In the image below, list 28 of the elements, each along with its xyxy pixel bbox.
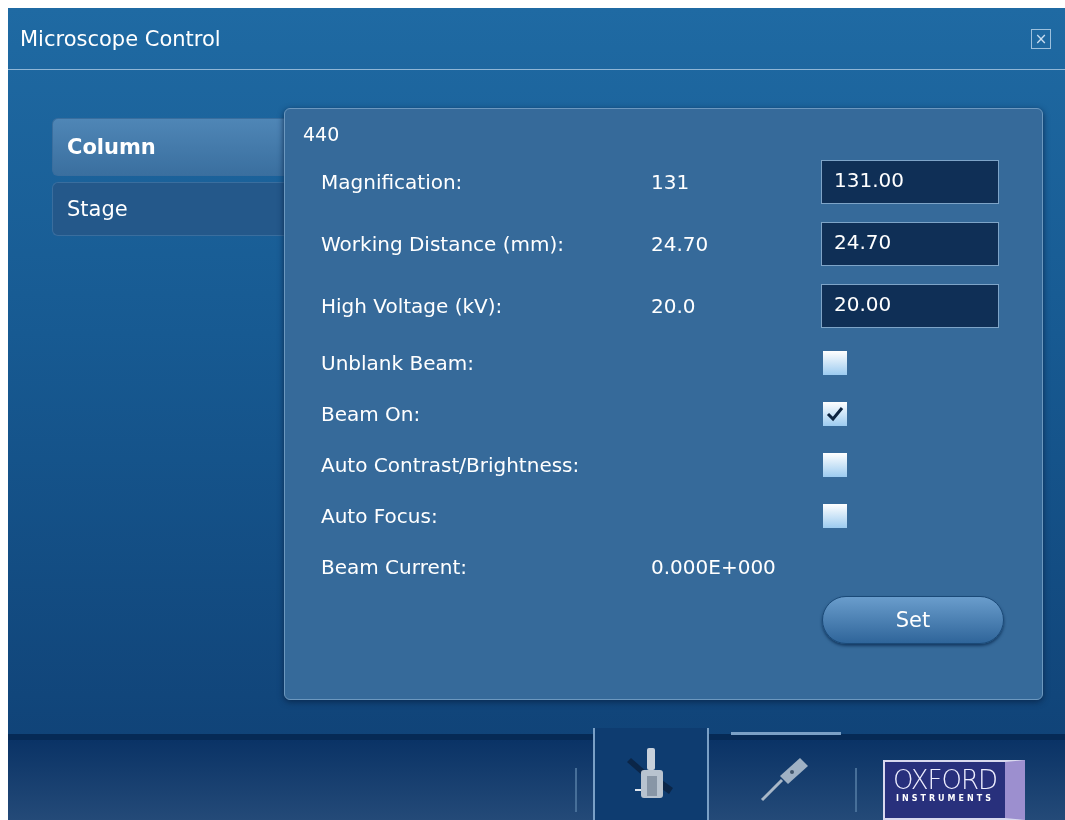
checkmark-icon — [826, 405, 844, 422]
current-reading: 20.0 — [651, 294, 697, 318]
panel-heading: 440 — [303, 123, 340, 145]
field-label: Working Distance (mm): — [321, 232, 566, 256]
tab[interactable]: Column — [52, 118, 284, 176]
checkbox[interactable] — [823, 350, 847, 375]
current-reading: 131 — [651, 170, 691, 194]
window-title: Microscope Control — [20, 26, 221, 51]
close-button[interactable]: × — [1031, 28, 1051, 49]
company-logo: OXFORD INSTRUMENTS — [883, 760, 1025, 820]
field-label: Unblank Beam: — [321, 350, 475, 375]
input-field[interactable]: 24.70 — [821, 222, 999, 266]
current-reading: 24.70 — [651, 232, 710, 256]
field-label: Beam Current: — [321, 554, 468, 579]
field-label: Auto Focus: — [321, 503, 439, 528]
checkbox[interactable] — [823, 401, 847, 426]
input-field[interactable]: 131.00 — [821, 160, 999, 204]
toolbar-tab[interactable] — [593, 728, 709, 820]
input-field[interactable]: 20.00 — [821, 284, 999, 328]
checkbox[interactable] — [823, 503, 847, 528]
current-reading: 0.000E+000 — [651, 554, 777, 579]
field-label: High Voltage (kV): — [321, 294, 504, 318]
field-label: Auto Contrast/Brightness: — [321, 452, 581, 477]
set-button[interactable]: Set — [822, 596, 1004, 644]
field-label: Beam On: — [321, 401, 422, 426]
checkbox[interactable] — [823, 452, 847, 477]
tab[interactable]: Stage — [52, 182, 284, 236]
field-label: Magnification: — [321, 170, 464, 194]
